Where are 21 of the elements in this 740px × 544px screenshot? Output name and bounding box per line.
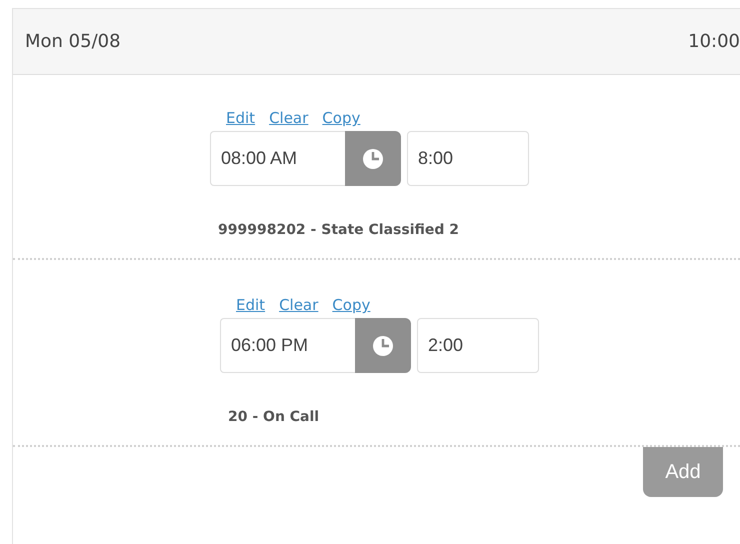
start-time-picker[interactable]: 08:00 AM [210, 131, 401, 186]
entry-link[interactable]: Edit [236, 296, 266, 314]
day-total: 10:00 [688, 31, 740, 52]
start-time-field[interactable]: 06:00 PM [220, 318, 355, 373]
entry-link[interactable]: Copy [332, 296, 370, 314]
entry-description: 999998202 - State Classified 2 [217, 222, 460, 238]
clock-button[interactable] [345, 131, 401, 186]
start-time-picker[interactable]: 06:00 PM [220, 318, 411, 373]
entry-link[interactable]: Clear [279, 296, 318, 314]
day-label: Mon 05/08 [25, 31, 121, 52]
start-time-field[interactable]: 08:00 AM [210, 131, 345, 186]
entry-link[interactable]: Clear [269, 109, 308, 127]
clock-button[interactable] [355, 318, 411, 373]
clock-icon [361, 146, 385, 170]
duration-field[interactable]: 2:00 [417, 318, 539, 373]
add-button[interactable]: Add [643, 447, 723, 497]
duration-field[interactable]: 8:00 [407, 131, 529, 186]
entry-link[interactable]: Edit [226, 109, 256, 127]
entry-description: 20 - On Call [227, 409, 320, 425]
clock-icon [371, 334, 395, 358]
entry-link[interactable]: Copy [322, 109, 360, 127]
